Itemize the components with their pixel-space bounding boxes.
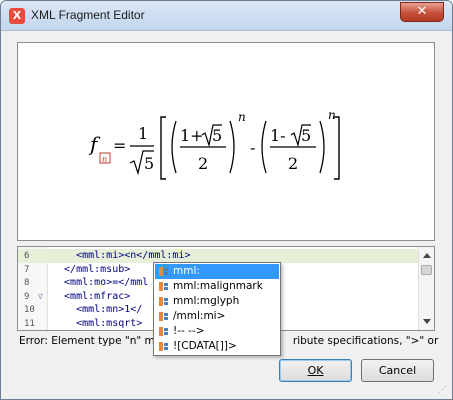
completion-item-label: ![CDATA[]]>: [173, 340, 237, 352]
scroll-thumb[interactable]: [421, 265, 432, 275]
completion-item-label: mml:mglyph: [173, 295, 240, 307]
completion-item-label: mml:malignmark: [173, 280, 263, 292]
ok-button-label: OK: [307, 364, 324, 377]
plus-term: 1+: [180, 126, 204, 145]
element-tag-icon: [159, 267, 168, 276]
title-bar: X XML Fragment Editor ✕: [1, 1, 452, 31]
formula-rendering: f n = 1 5 1+ 5 2 n - 1- 5 2 n: [88, 103, 358, 193]
line-number: 11: [24, 318, 35, 329]
formula-f: f: [88, 132, 101, 156]
error-text-head: Error: Element type "n" mus: [19, 335, 167, 347]
denominator-two: 2: [198, 154, 208, 173]
element-tag-icon: [159, 312, 168, 321]
minus-sign: -: [250, 138, 255, 157]
line-number: 10: [24, 305, 35, 315]
line-number: 8: [24, 278, 30, 288]
close-button[interactable]: ✕: [400, 2, 444, 22]
cancel-button-label: Cancel: [378, 364, 417, 377]
code-text: <mml:mo>=</mml: [52, 277, 149, 288]
completion-item-label: !-- -->: [173, 325, 205, 337]
code-text: <mml:msqrt>: [52, 317, 143, 329]
completion-item[interactable]: mml:malignmark: [155, 279, 279, 294]
code-text: </mml:msub>: [52, 263, 131, 275]
formula-equals: =: [113, 136, 126, 155]
content-completion-popup[interactable]: mml: mml:malignmark mml:mglyph/mml:mi> !-- …: [153, 262, 281, 356]
scroll-up-arrow-icon[interactable]: [423, 253, 431, 258]
element-tag-icon: [159, 342, 168, 351]
code-text: <mml:mfrac>: [52, 290, 131, 302]
completion-item-label: /mml:mi>: [173, 310, 226, 322]
right-paren-1: [229, 120, 235, 174]
formula-denominator-five: 5: [144, 154, 154, 173]
completion-item[interactable]: /mml:mi>: [155, 309, 279, 324]
app-icon: X: [9, 8, 25, 24]
right-bracket: [334, 116, 340, 180]
ok-button[interactable]: OK: [279, 359, 352, 382]
right-paren-2: [319, 120, 325, 174]
line-number: 6: [24, 251, 30, 261]
resize-grip-icon[interactable]: ⋰: [438, 385, 448, 395]
completion-item[interactable]: !-- -->: [155, 324, 279, 339]
formula-numerator-one: 1: [138, 124, 148, 143]
editor-vertical-scrollbar[interactable]: [418, 247, 434, 330]
xml-fragment-editor-dialog: X XML Fragment Editor ✕ f n = 1 5 1+ 5 2: [0, 0, 453, 400]
code-line[interactable]: 6 <mml:mi><n</mml:mi>: [18, 249, 418, 263]
window-title: XML Fragment Editor: [31, 8, 145, 22]
cancel-button[interactable]: Cancel: [361, 359, 434, 382]
exponent-2: n: [328, 108, 336, 122]
code-text: <mml:mi><n</mml:mi>: [52, 250, 191, 261]
code-text: <mml:mn>1</: [52, 304, 143, 315]
numerator-five: 5: [212, 126, 222, 145]
exponent-1: n: [238, 110, 246, 124]
element-tag-icon: [159, 282, 168, 291]
minus-term: 1-: [270, 126, 286, 145]
left-bracket: [160, 116, 166, 180]
left-paren-2: [261, 120, 267, 174]
formula-preview: f n = 1 5 1+ 5 2 n - 1- 5 2 n: [17, 42, 435, 241]
left-paren-1: [171, 120, 177, 174]
numerator-five-2: 5: [301, 126, 311, 145]
error-text-tail: ribute specifications, ">" or "/>".: [292, 335, 439, 347]
completion-item[interactable]: ![CDATA[]]>: [155, 339, 279, 354]
denominator-two-2: 2: [288, 154, 298, 173]
element-tag-icon: [159, 327, 168, 336]
scroll-down-arrow-icon[interactable]: [423, 319, 431, 324]
fold-toggle-icon[interactable]: ▽: [38, 290, 43, 304]
completion-item[interactable]: mml:: [155, 264, 279, 279]
line-number: 7: [24, 264, 30, 275]
completion-item-label: mml:: [173, 265, 200, 277]
formula-subscript: n: [102, 155, 107, 164]
element-tag-icon: [159, 297, 168, 306]
completion-item[interactable]: mml:mglyph: [155, 294, 279, 309]
